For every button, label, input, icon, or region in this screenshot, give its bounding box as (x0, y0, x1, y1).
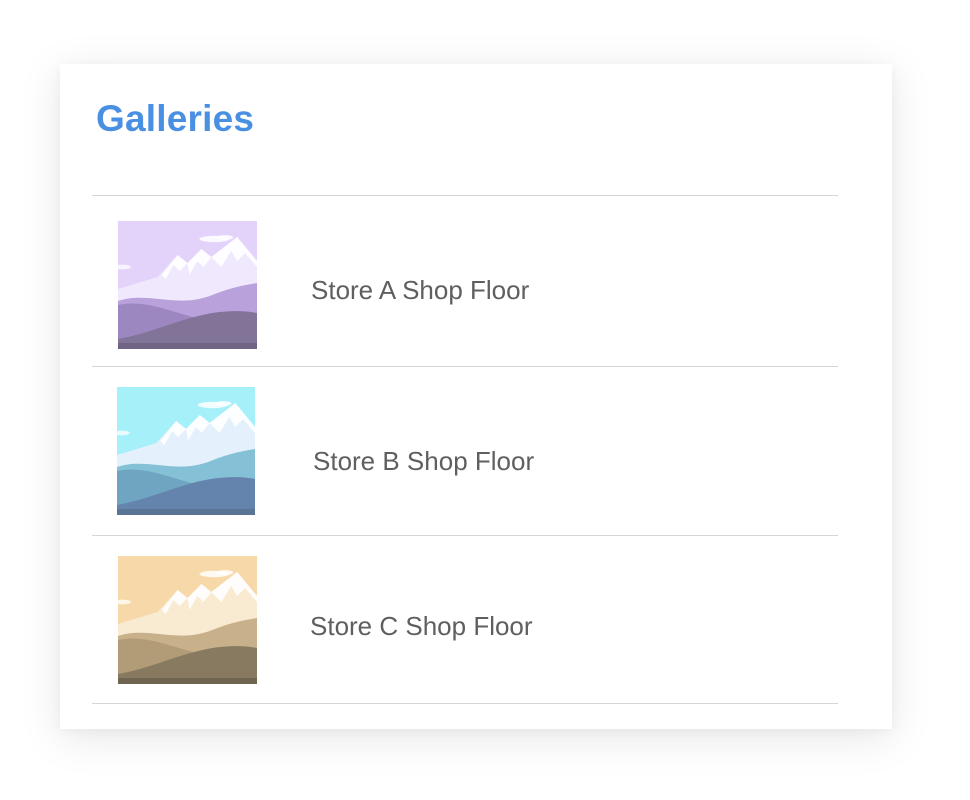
mountain-landscape-icon (117, 387, 255, 515)
gallery-item-store-b[interactable]: Store B Shop Floor (92, 367, 838, 535)
page-title: Galleries (96, 98, 255, 139)
gallery-list: Store A Shop Floor Store B Shop Floor St… (92, 195, 838, 704)
gallery-item-store-a[interactable]: Store A Shop Floor (92, 196, 838, 366)
mountain-landscape-icon (118, 221, 257, 349)
gallery-item-label: Store B Shop Floor (313, 446, 535, 476)
mountain-landscape-icon (118, 556, 257, 684)
gallery-item-label: Store C Shop Floor (310, 611, 533, 641)
gallery-item-store-c[interactable]: Store C Shop Floor (92, 536, 838, 703)
divider (92, 703, 838, 704)
galleries-card: Galleries Store A Shop Floor Store B Sho… (60, 64, 892, 729)
gallery-item-label: Store A Shop Floor (311, 275, 530, 305)
